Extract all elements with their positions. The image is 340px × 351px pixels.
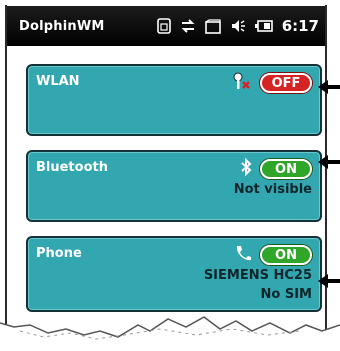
bluetooth-panel[interactable]: Bluetooth ON Not visible bbox=[26, 150, 322, 222]
torn-edge-decoration bbox=[0, 316, 340, 351]
bluetooth-toggle-on[interactable]: ON bbox=[260, 159, 312, 179]
callout-arrow-bluetooth bbox=[318, 155, 340, 169]
volume-icon[interactable] bbox=[230, 17, 246, 35]
bluetooth-status-area: ON Not visible bbox=[233, 157, 312, 199]
panel-label-phone: Phone bbox=[36, 246, 82, 261]
bluetooth-icon bbox=[240, 157, 252, 180]
wlan-status-area: OFF bbox=[232, 72, 312, 94]
panel-label-bluetooth: Bluetooth bbox=[36, 160, 108, 175]
wlan-key-disabled-icon bbox=[232, 72, 252, 94]
sim-card-icon[interactable] bbox=[156, 17, 171, 35]
wlan-panel[interactable]: WLAN OFF bbox=[26, 64, 322, 136]
app-title: DolphinWM bbox=[19, 18, 105, 34]
callout-arrow-wlan bbox=[318, 80, 340, 94]
phone-carrier-text: SIEMENS HC25 bbox=[203, 268, 312, 283]
callout-arrow-phone bbox=[318, 274, 340, 288]
wlan-toggle-off[interactable]: OFF bbox=[260, 73, 312, 93]
phone-icon bbox=[234, 244, 252, 266]
panel-label-wlan: WLAN bbox=[36, 74, 80, 89]
window-icon[interactable] bbox=[204, 17, 221, 35]
sync-arrows-icon[interactable] bbox=[180, 17, 196, 35]
phone-toggle-on[interactable]: ON bbox=[260, 245, 312, 265]
status-bar: DolphinWM 6:17 bbox=[7, 6, 325, 46]
bluetooth-visibility-text: Not visible bbox=[233, 182, 312, 197]
status-icons: 6:17 bbox=[156, 17, 319, 35]
battery-icon[interactable] bbox=[254, 17, 273, 35]
clock[interactable]: 6:17 bbox=[282, 17, 319, 35]
